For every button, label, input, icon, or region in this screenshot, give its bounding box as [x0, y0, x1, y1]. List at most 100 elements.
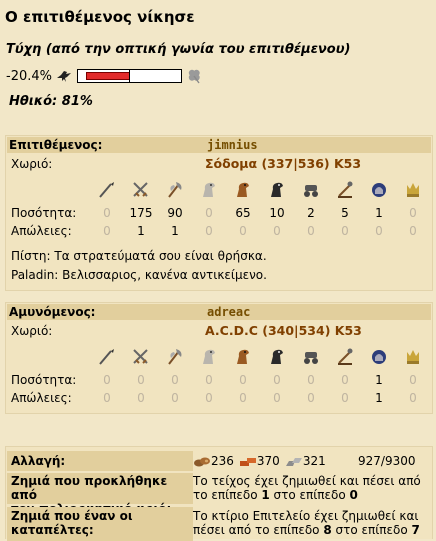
attacker-quantity-cell: 1	[375, 206, 383, 220]
attacker-spear-icon	[90, 180, 124, 200]
attacker-ram-icon	[294, 180, 328, 200]
attacker-quantity-cell: 2	[307, 206, 315, 220]
wood-resource: 236	[193, 454, 234, 468]
defender-quantity-cell: 1	[375, 373, 383, 387]
attacker-sword-icon	[124, 180, 158, 200]
luck-row: -20.4%	[6, 68, 202, 84]
defender-village-link[interactable]: A.C.D.C (340|534) K53	[205, 323, 362, 338]
attacker-light-cavalry-icon	[226, 180, 260, 200]
attacker-quantity-cell: 10	[269, 206, 285, 220]
attacker-noble-icon	[396, 180, 430, 200]
defender-losses-cell: 0	[273, 391, 281, 405]
defender-ram-icon	[294, 347, 328, 367]
defender-noble-icon	[396, 347, 430, 367]
attacker-losses-cell: 0	[205, 224, 213, 238]
clay-resource: 370	[239, 454, 280, 468]
clay-amount: 370	[256, 454, 280, 468]
clay-icon	[239, 458, 256, 466]
haul-values: 236 370 321 927/9300	[193, 451, 431, 471]
defender-catapult-icon	[328, 347, 362, 367]
attacker-quantity-cell: 0	[103, 206, 111, 220]
defender-quantity-cell: 0	[171, 373, 179, 387]
defender-losses-row: 0 0 0 0 0 0 0 0 1 0	[90, 391, 430, 405]
defender-losses-cell: 0	[341, 391, 349, 405]
defender-axe-icon	[158, 347, 192, 367]
wood-icon	[194, 457, 210, 467]
catapult-damage-text: Το κτίριο Επιτελείο έχει ζημιωθεί και πέ…	[193, 509, 431, 537]
ram-text-line2: το επίπεδο 1 στο επίπεδο 0	[193, 488, 431, 502]
iron-amount: 321	[302, 454, 326, 468]
luck-percent: -20.4%	[6, 68, 52, 84]
defender-losses-cell: 0	[103, 391, 111, 405]
defender-spy-icon	[192, 347, 226, 367]
ram-label-line1: Ζημιά που προκλήθηκε από	[11, 474, 168, 502]
defender-quantity-cell: 0	[103, 373, 111, 387]
attacker-losses-label: Απώλειες:	[11, 224, 72, 238]
defender-losses-cell: 0	[409, 391, 417, 405]
attacker-losses-cell: 0	[307, 224, 315, 238]
attacker-spy-icon	[192, 180, 226, 200]
defender-losses-cell: 0	[307, 391, 315, 405]
cat-text-b: στο επίπεδο	[331, 523, 412, 537]
cat-text-a: πέσει από το επίπεδο	[193, 523, 324, 537]
attacker-quantity-label: Ποσότητα:	[11, 206, 77, 220]
defender-quantity-cell: 0	[137, 373, 145, 387]
defender-sword-icon	[124, 347, 158, 367]
attacker-player-link[interactable]: jimnius	[205, 137, 431, 153]
attacker-losses-row: 0 1 1 0 0 0 0 0 0 0	[90, 224, 430, 238]
haul-capacity: 927/9300	[358, 454, 416, 468]
defender-heavy-cavalry-icon	[260, 347, 294, 367]
defender-losses-cell: 1	[375, 391, 383, 405]
attacker-quantity-cell: 5	[341, 206, 349, 220]
attacker-label: Επιτιθέμενος:	[7, 137, 205, 153]
defender-losses-cell: 0	[205, 391, 213, 405]
attacker-losses-cell: 0	[341, 224, 349, 238]
ram-from-level: 1	[261, 488, 270, 502]
attacker-losses-cell: 0	[273, 224, 281, 238]
defender-label: Αμυνόμενος:	[7, 304, 205, 320]
ram-text-a: το επίπεδο	[193, 488, 262, 502]
attacker-paladin: Paladin: Βελισσαριος, κανένα αντικείμενο…	[11, 268, 267, 282]
defender-panel: Αμυνόμενος: adreac Χωριό: A.C.D.C (340|5…	[5, 302, 433, 414]
ram-text-b: στο επίπεδο	[269, 488, 350, 502]
cat-text-line2: πέσει από το επίπεδο 8 στο επίπεδο 7	[193, 523, 431, 537]
luck-bar-center	[129, 69, 130, 83]
attacker-losses-cell: 0	[375, 224, 383, 238]
cat-text-line1: Το κτίριο Επιτελείο έχει ζημιωθεί και	[193, 509, 419, 523]
attacker-losses-cell: 0	[103, 224, 111, 238]
attacker-quantity-cell: 0	[205, 206, 213, 220]
luck-heading: Τύχη (από την οπτική γωνία του επιτιθέμε…	[6, 42, 351, 57]
report-title: Ο επιτιθέμενος νίκησε	[5, 8, 195, 26]
attacker-panel: Επιτιθέμενος: jimnius Χωριό: Σόδομα (337…	[5, 135, 433, 291]
attacker-losses-cell: 0	[409, 224, 417, 238]
cat-label-line1: Ζημιά που έναν οι	[11, 509, 133, 523]
defender-quantity-cell: 0	[273, 373, 281, 387]
cat-label-line2: καταπέλτες:	[11, 523, 94, 537]
ram-damage-text: Το τείχος έχει ζημιωθεί και πέσει από το…	[193, 474, 431, 502]
clover-icon	[188, 69, 200, 84]
defender-light-cavalry-icon	[226, 347, 260, 367]
luck-bar	[77, 69, 182, 83]
attacker-quantity-cell: 65	[235, 206, 251, 220]
attacker-losses-cell: 0	[239, 224, 247, 238]
defender-spear-icon	[90, 347, 124, 367]
attacker-axe-icon	[158, 180, 192, 200]
defender-quantity-cell: 0	[341, 373, 349, 387]
defender-player-link[interactable]: adreac	[205, 304, 431, 320]
attacker-village-label: Χωριό:	[11, 157, 53, 171]
defender-quantity-cell: 0	[307, 373, 315, 387]
defender-losses-cell: 0	[137, 391, 145, 405]
morale: Ηθικό: 81%	[9, 94, 93, 109]
luck-bar-fill	[86, 72, 130, 80]
attacker-catapult-icon	[328, 180, 362, 200]
ram-text-line1: Το τείχος έχει ζημιωθεί και πέσει από	[193, 474, 421, 488]
raven-icon	[57, 71, 71, 82]
attacker-quantity-cell: 90	[167, 206, 183, 220]
attacker-quantity-cell: 0	[409, 206, 417, 220]
defender-losses-cell: 0	[171, 391, 179, 405]
iron-icon	[285, 458, 302, 466]
ram-damage-label: Ζημιά που προκλήθηκε από τον πολιορκητικ…	[7, 473, 193, 516]
defender-losses-label: Απώλειες:	[11, 391, 72, 405]
attacker-village-link[interactable]: Σόδομα (337|536) K53	[205, 156, 361, 171]
defender-quantity-cell: 0	[205, 373, 213, 387]
